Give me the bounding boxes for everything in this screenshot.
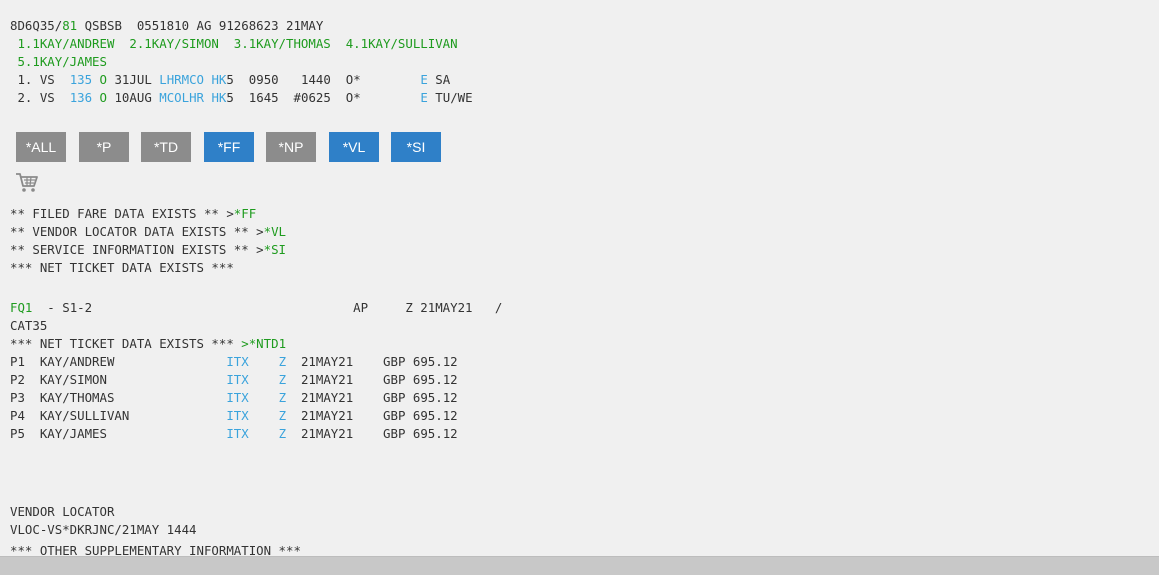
td-button[interactable]: *TD	[141, 132, 191, 162]
fare-code: Z	[278, 408, 287, 423]
record-locator: 8D6Q35/	[10, 18, 63, 33]
fare-type[interactable]: ITX	[226, 408, 248, 423]
segment-date: 10AUG	[107, 90, 160, 105]
segment-row: 1. VS 135 O 31JUL LHRMCO HK5 0950 1440 O…	[10, 71, 450, 89]
ff-button[interactable]: *FF	[204, 132, 254, 162]
passenger-fare-row: P1 KAY/ANDREW ITX Z 21MAY21 GBP 695.12	[10, 353, 458, 371]
eticket-flag: E	[420, 72, 428, 87]
flight-number[interactable]: 136	[70, 90, 92, 105]
fare-quote-link[interactable]: FQ1	[10, 300, 32, 315]
fare-amount: 21MAY21 GBP 695.12	[286, 354, 458, 369]
flight-number[interactable]: 135	[70, 72, 92, 87]
segment-date: 31JUL	[107, 72, 160, 87]
passenger-fare-row: P3 KAY/THOMAS ITX Z 21MAY21 GBP 695.12	[10, 389, 458, 407]
net-ticket-line: *** NET TICKET DATA EXISTS *** >*NTD1	[10, 335, 286, 353]
notice-line: ** FILED FARE DATA EXISTS ** >*FF	[10, 205, 256, 223]
fare-code: Z	[278, 390, 287, 405]
segment-status: HK	[211, 90, 227, 105]
fare-code: Z	[278, 354, 287, 369]
passenger-fare-row: P4 KAY/SULLIVAN ITX Z 21MAY21 GBP 695.12	[10, 407, 458, 425]
passenger-names-line-1: 1.1KAY/ANDREW 2.1KAY/SIMON 3.1KAY/THOMAS…	[10, 36, 458, 51]
passenger-name: P2 KAY/SIMON	[10, 372, 227, 387]
segment-days: TU/WE	[427, 90, 473, 105]
bottom-toolbar	[0, 556, 1159, 575]
fare-type[interactable]: ITX	[226, 426, 248, 441]
shopping-cart-icon[interactable]	[15, 171, 39, 195]
all-button[interactable]: *ALL	[16, 132, 66, 162]
fare-quote-line: FQ1 - S1-2 AP Z 21MAY21 /	[10, 299, 502, 317]
city-pair[interactable]: LHRMCO	[159, 72, 204, 87]
segment-number: 1. VS	[10, 72, 70, 87]
segment-row: 2. VS 136 O 10AUG MCOLHR HK5 1645 #0625 …	[10, 89, 473, 107]
vendor-locator-title: VENDOR LOCATOR	[10, 504, 115, 519]
notice-text: ** VENDOR LOCATOR DATA EXISTS ** >	[10, 224, 264, 239]
pnr-header-line: 8D6Q35/81 QSBSB 0551810 AG 91268623 21MA…	[10, 17, 323, 35]
record-locator-suffix: 81	[62, 18, 78, 33]
fare-type[interactable]: ITX	[226, 372, 248, 387]
notice-text: ** FILED FARE DATA EXISTS ** >	[10, 206, 234, 221]
passenger-name: P3 KAY/THOMAS	[10, 390, 227, 405]
pnr-header-info: QSBSB 0551810 AG 91268623 21MAY	[77, 18, 324, 33]
np-button[interactable]: *NP	[266, 132, 316, 162]
fare-amount: 21MAY21 GBP 695.12	[286, 390, 458, 405]
segment-times: 5 0950 1440 O*	[226, 72, 421, 87]
category-line: CAT35	[10, 318, 48, 333]
p-button[interactable]: *P	[79, 132, 129, 162]
eticket-flag: E	[420, 90, 428, 105]
fare-code: Z	[278, 426, 287, 441]
passenger-name: P5 KAY/JAMES	[10, 426, 227, 441]
notice-line: ** SERVICE INFORMATION EXISTS ** >*SI	[10, 241, 286, 259]
segment-number: 2. VS	[10, 90, 70, 105]
fare-type[interactable]: ITX	[226, 354, 248, 369]
booking-class: O	[99, 90, 108, 105]
fare-type[interactable]: ITX	[226, 390, 248, 405]
notice-line: ** VENDOR LOCATOR DATA EXISTS ** >*VL	[10, 223, 286, 241]
terminal-screen: 8D6Q35/81 QSBSB 0551810 AG 91268623 21MA…	[0, 0, 1159, 575]
si-link[interactable]: *SI	[264, 242, 286, 257]
passenger-name: P4 KAY/SULLIVAN	[10, 408, 227, 423]
fare-amount: 21MAY21 GBP 695.12	[286, 372, 458, 387]
ntd-link[interactable]: >*NTD1	[241, 336, 286, 351]
passenger-fare-row: P2 KAY/SIMON ITX Z 21MAY21 GBP 695.12	[10, 371, 458, 389]
segment-times: 5 1645 #0625 O*	[226, 90, 421, 105]
vl-button[interactable]: *VL	[329, 132, 379, 162]
city-pair[interactable]: MCOLHR	[159, 90, 204, 105]
fare-code: Z	[278, 372, 287, 387]
notice-text: ** SERVICE INFORMATION EXISTS ** >	[10, 242, 264, 257]
vendor-locator-value: VLOC-VS*DKRJNC/21MAY 1444	[10, 522, 197, 537]
net-ticket-text: *** NET TICKET DATA EXISTS ***	[10, 336, 242, 351]
segment-days: SA	[427, 72, 451, 87]
vl-link[interactable]: *VL	[264, 224, 286, 239]
segment-status: HK	[211, 72, 227, 87]
fare-amount: 21MAY21 GBP 695.12	[286, 408, 458, 423]
booking-class: O	[99, 72, 108, 87]
fare-amount: 21MAY21 GBP 695.12	[286, 426, 458, 441]
notice-line: *** NET TICKET DATA EXISTS ***	[10, 259, 234, 277]
passenger-names-line-2: 5.1KAY/JAMES	[10, 54, 107, 69]
notice-text: *** NET TICKET DATA EXISTS ***	[10, 260, 234, 275]
fare-quote-info: - S1-2 AP Z 21MAY21 /	[32, 300, 503, 315]
si-button[interactable]: *SI	[391, 132, 441, 162]
ff-link[interactable]: *FF	[234, 206, 256, 221]
passenger-fare-row: P5 KAY/JAMES ITX Z 21MAY21 GBP 695.12	[10, 425, 458, 443]
passenger-name: P1 KAY/ANDREW	[10, 354, 227, 369]
